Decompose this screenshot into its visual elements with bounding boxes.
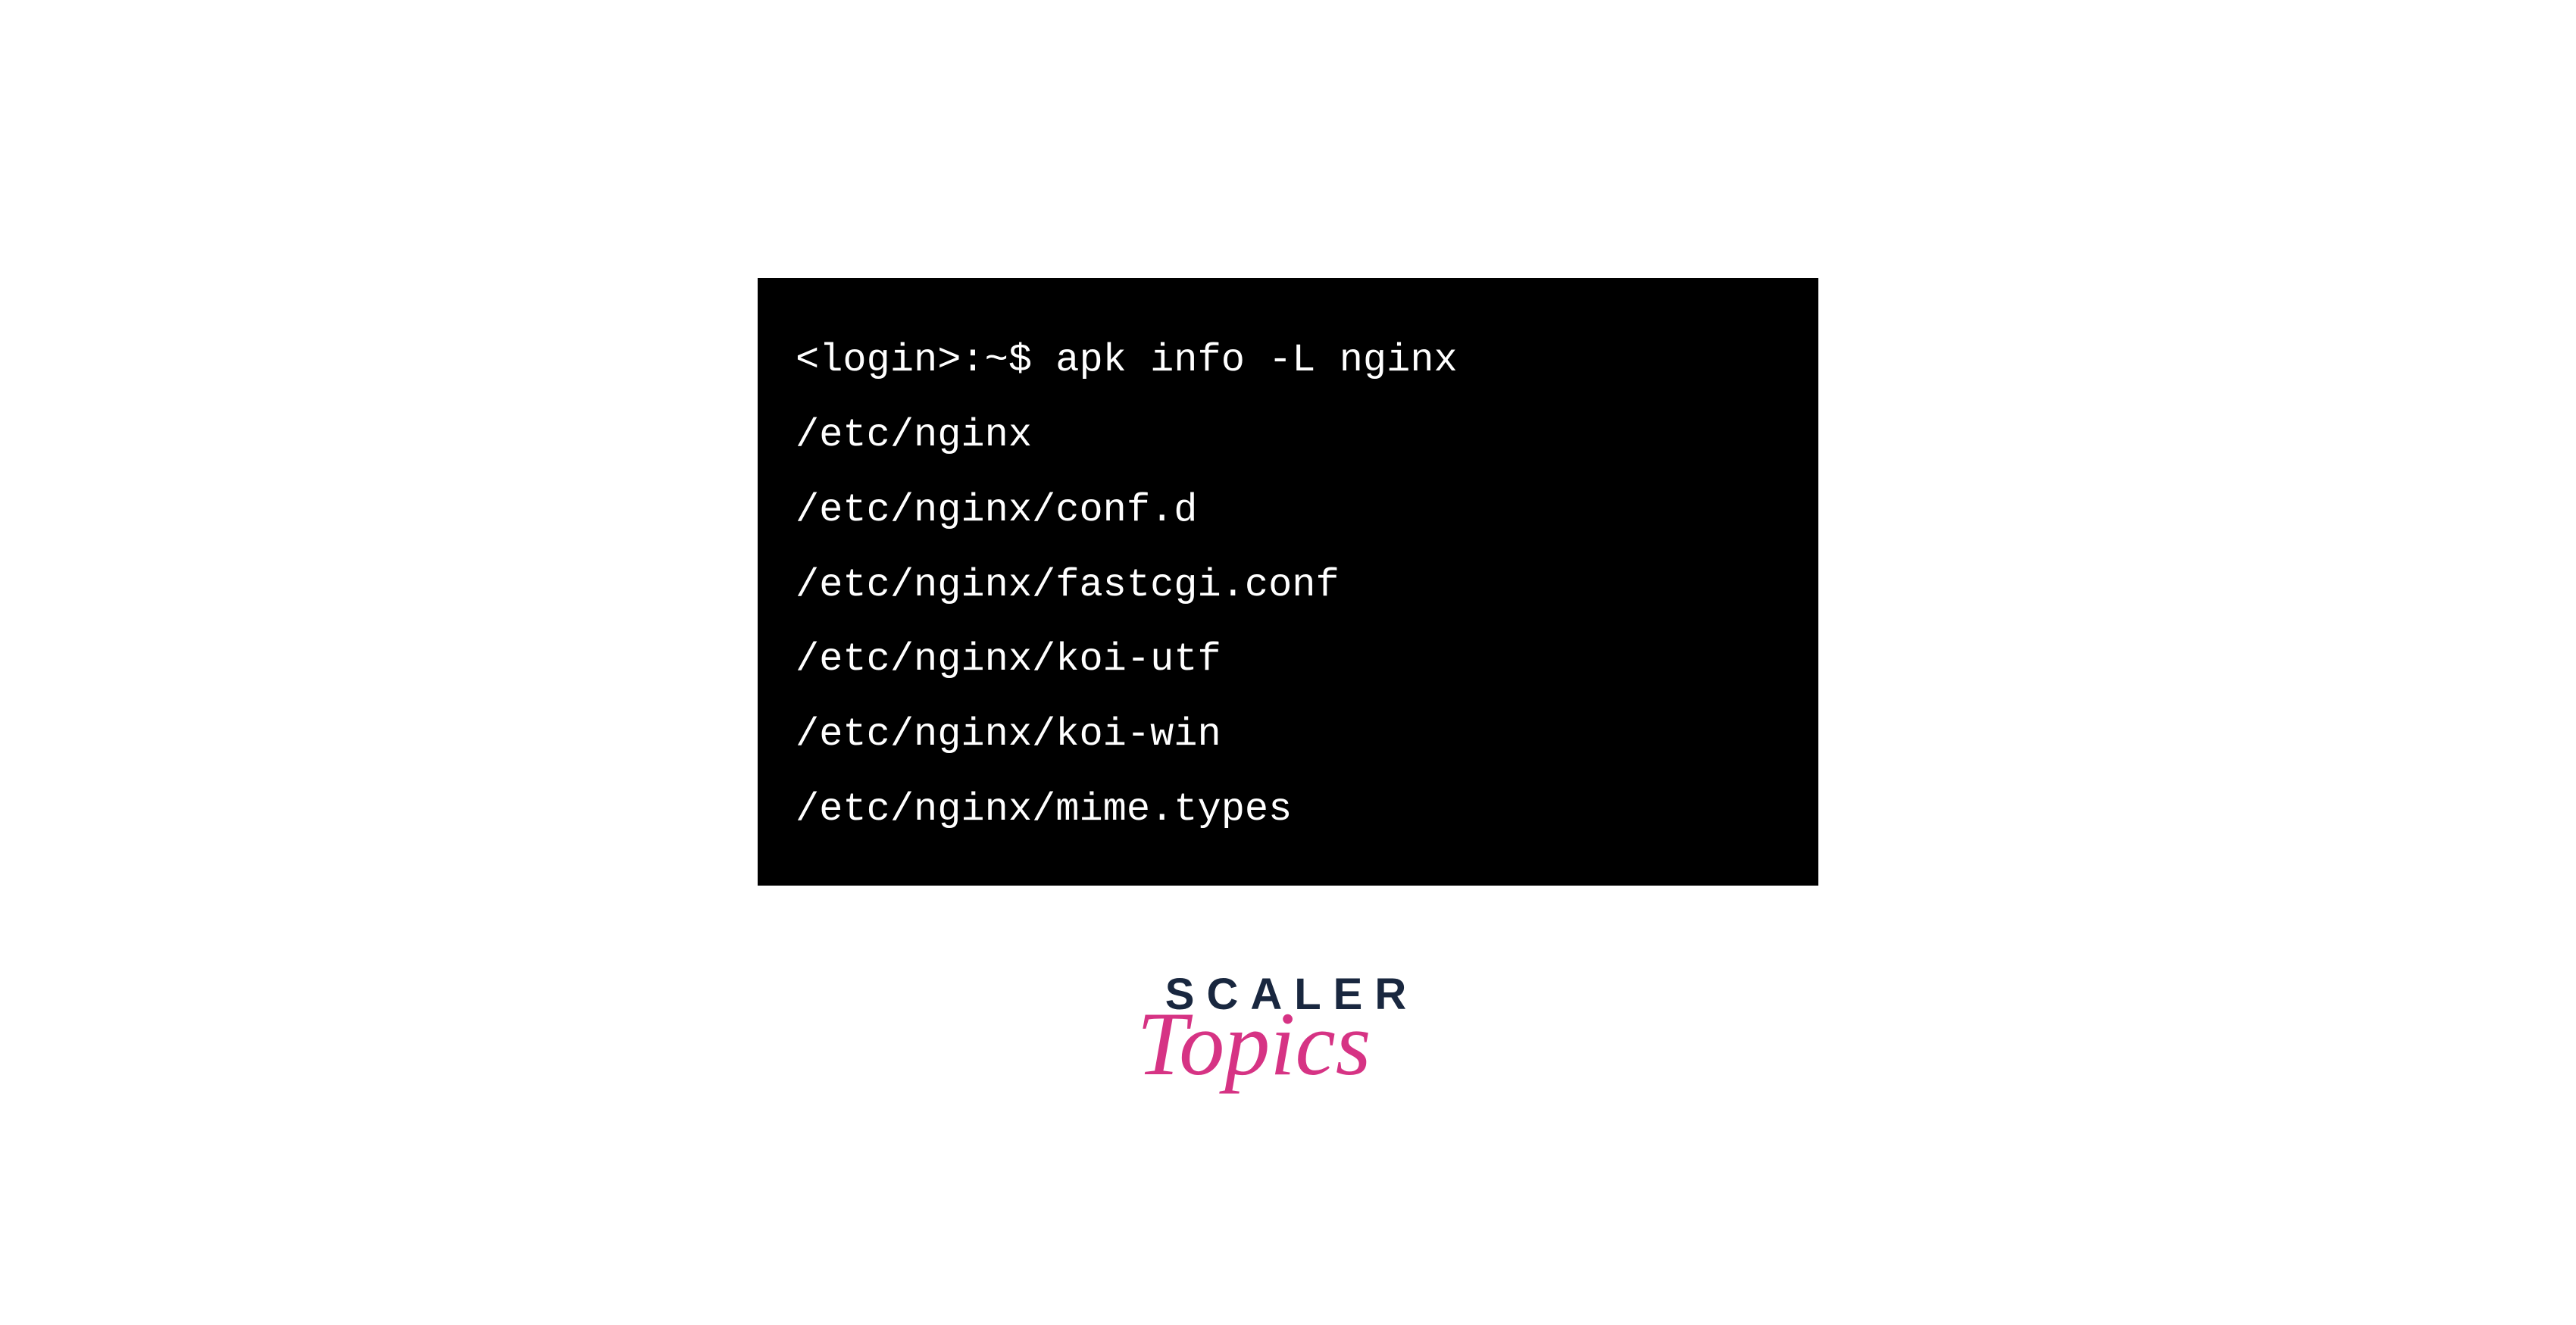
terminal-window: <login>:~$ apk info -L nginx /etc/nginx … bbox=[758, 278, 1818, 886]
terminal-output-line: /etc/nginx/fastcgi.conf bbox=[796, 548, 1780, 623]
brand-logo: SCALER Topics bbox=[1158, 969, 1418, 1085]
terminal-command-line: <login>:~$ apk info -L nginx bbox=[796, 323, 1780, 398]
logo-text-secondary-wrap: Topics bbox=[1136, 1003, 1371, 1085]
terminal-output-line: /etc/nginx/mime.types bbox=[796, 773, 1780, 848]
terminal-output-line: /etc/nginx/conf.d bbox=[796, 473, 1780, 548]
terminal-output-line: /etc/nginx/koi-utf bbox=[796, 623, 1780, 698]
terminal-output-line: /etc/nginx bbox=[796, 398, 1780, 473]
logo-text-secondary: Topics bbox=[1136, 1003, 1371, 1085]
terminal-output-line: /etc/nginx/koi-win bbox=[796, 698, 1780, 773]
